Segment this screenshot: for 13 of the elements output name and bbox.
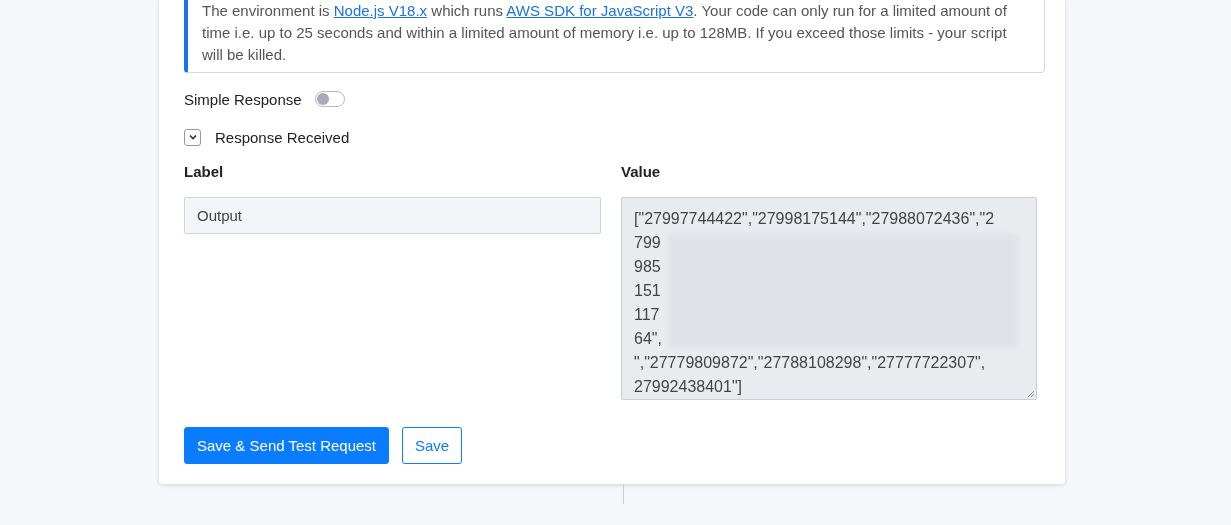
notice-text: The environment is Node.js V18.x which runs AWS SDK for JavaScript V3. Your code can only run for a limited amount of time i.e. up to 25 seconds and within a limited amount of memory i.e. up to 128MB. If you exceed those limits - your script will be killed. bbox=[202, 1, 1008, 65]
send-test-button[interactable]: Save & Send Test Request bbox=[184, 427, 389, 464]
chevron-icon bbox=[187, 133, 198, 141]
save-button[interactable]: Save bbox=[402, 427, 463, 464]
collapse-toggle[interactable] bbox=[184, 128, 201, 146]
value-textarea[interactable]: ["27997744422","27998175144","27988072436","2 799 985 151 117 64", ","27779809872","27788108298","27777722307", 27992438401"] bbox=[621, 197, 1037, 400]
simple-response-label: Simple Response bbox=[184, 90, 302, 108]
value-heading: Value bbox=[621, 163, 662, 180]
response-received-label: Response Received bbox=[215, 128, 350, 146]
label-field[interactable]: Output bbox=[184, 197, 601, 234]
doc-link[interactable]: Node.js V18.x bbox=[333, 2, 428, 19]
label-heading: Label bbox=[184, 163, 225, 180]
resize-grip-icon bbox=[1027, 390, 1035, 398]
